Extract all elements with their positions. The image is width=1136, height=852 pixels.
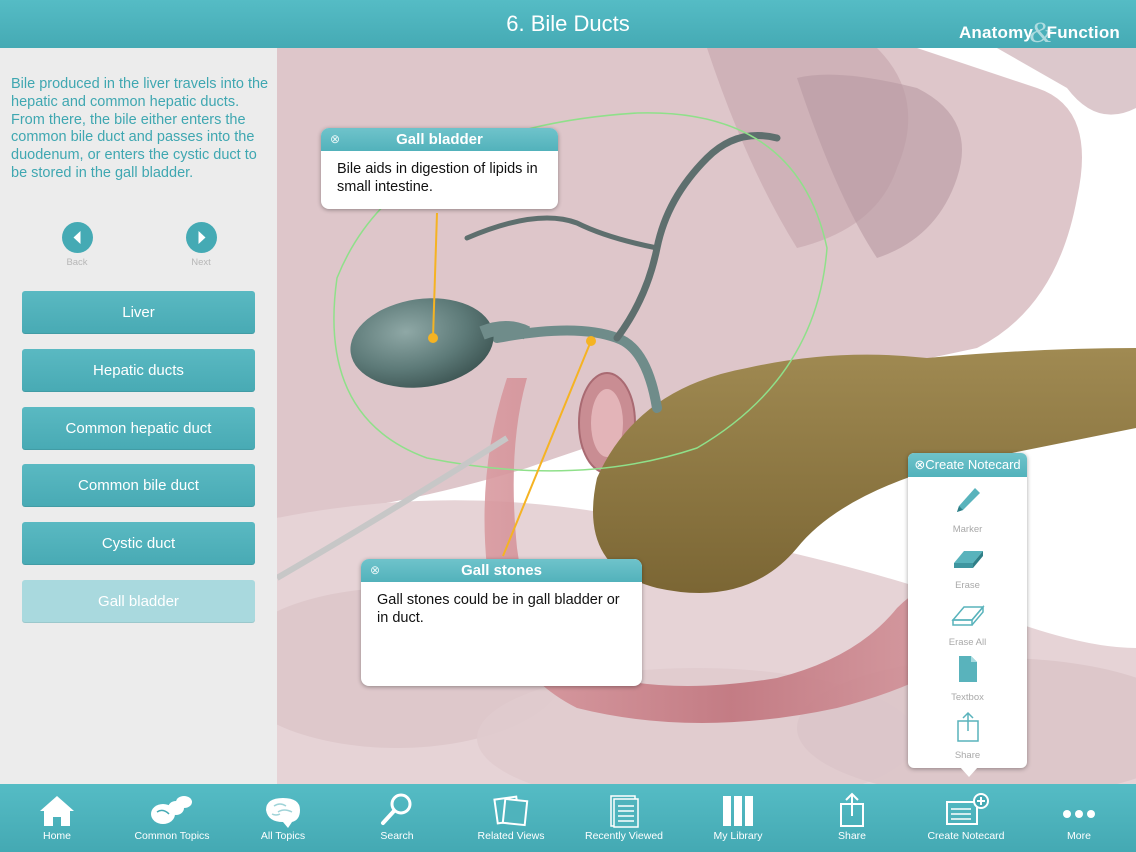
callout-body: Gall stones could be in gall bladder or … — [377, 592, 620, 626]
search-icon — [381, 793, 412, 825]
related-views-icon — [493, 795, 529, 827]
tab-label: Recently Viewed — [584, 830, 664, 842]
brand-left: Anatomy — [958, 23, 1034, 42]
more-icon — [1063, 810, 1095, 818]
erase-tool[interactable]: Erase — [908, 543, 1027, 591]
erase-label: Erase — [955, 580, 980, 591]
next-button[interactable]: Next — [166, 222, 236, 268]
callout-title-text: Gall bladder — [396, 131, 483, 148]
marker-tool[interactable]: Marker — [908, 485, 1027, 535]
next-arrow-icon — [185, 222, 217, 253]
tab-home[interactable]: Home — [2, 784, 112, 852]
tab-more[interactable]: More — [1024, 784, 1134, 852]
popover-pointer — [960, 767, 978, 777]
brand-amp: & — [1029, 16, 1053, 49]
tab-recently-viewed[interactable]: Recently Viewed — [569, 784, 679, 852]
tab-label: More — [1067, 830, 1091, 842]
back-label: Back — [66, 257, 88, 268]
callout-gall-stones[interactable]: ⊗ Gall stones Gall stones could be in ga… — [361, 559, 642, 686]
tab-label: Share — [837, 830, 867, 842]
erase-all-tool[interactable]: Erase All — [908, 600, 1027, 648]
create-notecard-icon — [946, 793, 989, 825]
back-button[interactable]: Back — [42, 222, 112, 268]
next-label: Next — [191, 257, 211, 268]
erase-all-label: Erase All — [948, 637, 987, 648]
tab-label: My Library — [713, 830, 763, 842]
tab-label: Home — [42, 830, 71, 842]
tab-all-topics[interactable]: All Topics — [228, 784, 338, 852]
callout-title-text: Gall stones — [461, 562, 542, 579]
notecard-title-text: Create Notecard — [925, 457, 1021, 472]
tab-share[interactable]: Share — [797, 784, 907, 852]
tab-label: Related Views — [477, 830, 545, 842]
tab-search[interactable]: Search — [342, 784, 452, 852]
erase-icon — [953, 551, 983, 568]
common-topics-icon — [151, 796, 192, 824]
tab-label: Common Topics — [134, 830, 210, 842]
close-icon[interactable]: ⊗ — [370, 559, 380, 582]
share-icon — [840, 792, 864, 827]
tab-label: Search — [380, 830, 414, 842]
tab-related-views[interactable]: Related Views — [456, 784, 566, 852]
app-logo: Anatomy&Function — [958, 12, 1120, 49]
textbox-label: Textbox — [951, 692, 984, 703]
close-icon[interactable]: ⊗ — [330, 128, 340, 151]
tab-create-notecard[interactable]: Create Notecard — [911, 784, 1021, 852]
topic-description: Bile produced in the liver travels into … — [11, 76, 269, 181]
sidebar: Bile produced in the liver travels into … — [0, 48, 277, 784]
topic-button-gall-bladder[interactable]: Gall bladder — [22, 580, 255, 623]
textbox-tool[interactable]: Textbox — [908, 653, 1027, 703]
share-tool[interactable]: Share — [908, 711, 1027, 761]
tab-label: All Topics — [260, 830, 306, 842]
close-icon[interactable]: ⊗ — [914, 457, 925, 472]
share-label: Share — [954, 750, 981, 761]
share-icon — [956, 711, 979, 742]
brand-right: Function — [1046, 23, 1120, 42]
callout-body: Bile aids in digestion of lipids in smal… — [337, 161, 538, 195]
brain-icon — [266, 798, 300, 828]
topic-button-common-hepatic-duct[interactable]: Common hepatic duct — [22, 407, 255, 450]
back-arrow-icon — [61, 222, 93, 253]
callout-gall-bladder[interactable]: ⊗ Gall bladder Bile aids in digestion of… — [321, 128, 558, 209]
recently-viewed-icon — [610, 795, 639, 828]
topic-button-common-bile-duct[interactable]: Common bile duct — [22, 464, 255, 507]
callout-title: ⊗ Gall stones — [361, 559, 642, 582]
header-bar: 6. Bile Ducts Anatomy&Function — [0, 0, 1136, 49]
tab-common-topics[interactable]: Common Topics — [117, 784, 227, 852]
marker-icon — [956, 488, 980, 512]
notecard-title[interactable]: ⊗Create Notecard — [908, 453, 1027, 477]
callout-title: ⊗ Gall bladder — [321, 128, 558, 151]
topic-button-liver[interactable]: Liver — [22, 291, 255, 334]
tab-my-library[interactable]: My Library — [683, 784, 793, 852]
topic-button-cystic-duct[interactable]: Cystic duct — [22, 522, 255, 565]
create-notecard-panel: ⊗Create Notecard Marker Erase Erase All … — [908, 453, 1027, 777]
erase-all-icon — [950, 604, 985, 626]
marker-label: Marker — [952, 524, 983, 535]
home-icon — [40, 796, 74, 826]
library-icon — [723, 796, 753, 826]
textbox-icon — [958, 656, 977, 682]
bottom-tab-bar: Home Common Topics All Topics Search Rel… — [0, 784, 1136, 852]
tab-label: Create Notecard — [927, 830, 1005, 842]
topic-button-hepatic-ducts[interactable]: Hepatic ducts — [22, 349, 255, 392]
